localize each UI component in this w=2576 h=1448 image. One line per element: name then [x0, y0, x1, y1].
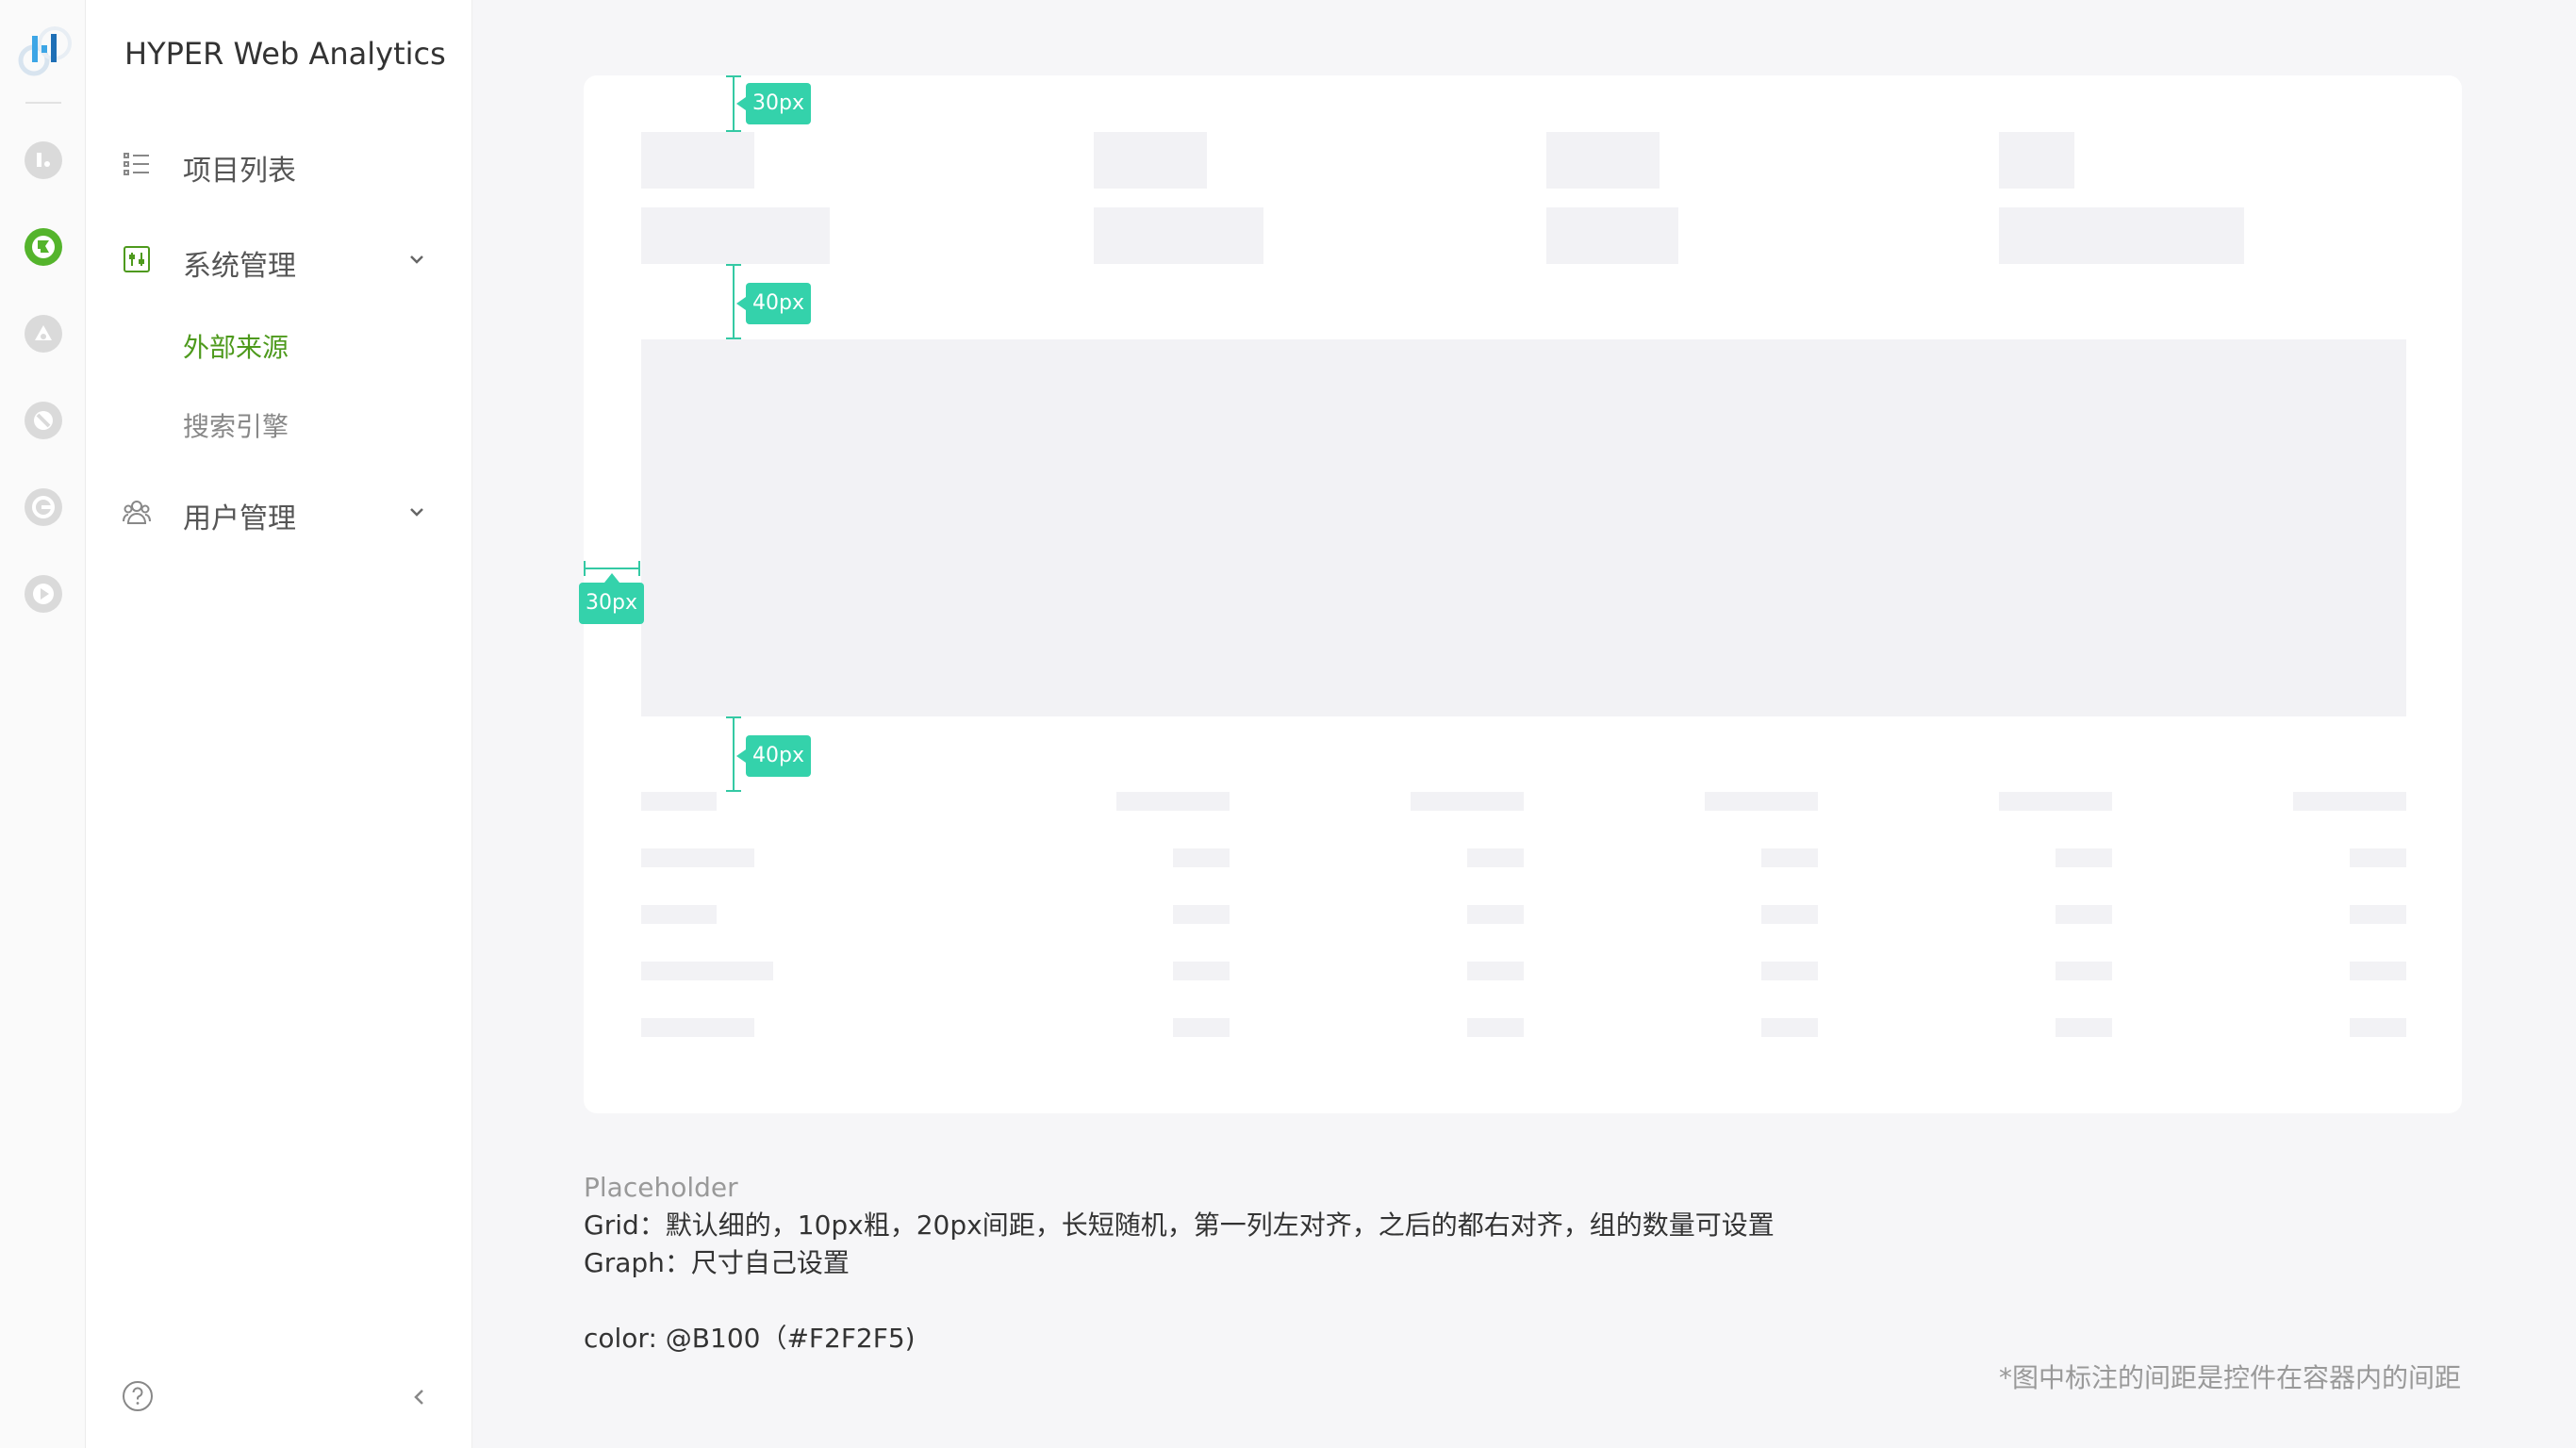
refresh-circle-icon[interactable]	[25, 488, 62, 526]
footnote: *图中标注的间距是控件在容器内的间距	[1999, 1362, 2462, 1393]
grid-cell-placeholder	[2056, 1018, 2112, 1037]
grid-header-placeholder	[1705, 792, 1818, 811]
users-icon	[122, 497, 152, 527]
spacing-label: 40px	[736, 283, 811, 324]
spacing-label: 30px	[736, 83, 811, 124]
grid-cell-placeholder	[1467, 848, 1524, 867]
flag-icon[interactable]	[25, 228, 62, 266]
grid-cell-placeholder	[1467, 905, 1524, 924]
sidebar-item-label: 用户管理	[183, 502, 296, 535]
grid-header-placeholder	[1411, 792, 1524, 811]
grid-cell-placeholder	[2350, 848, 2406, 867]
grid-cell-placeholder	[641, 905, 717, 924]
chevron-down-icon[interactable]	[404, 246, 430, 272]
placeholder-card	[584, 75, 2462, 1113]
sidebar: HYPER Web Analytics 项目列表 系统管理 外部来源 搜索引擎	[86, 0, 472, 1448]
notes-title: Placeholder	[584, 1172, 738, 1203]
grid-cell-placeholder	[2350, 1018, 2406, 1037]
grid-cell-placeholder	[2350, 905, 2406, 924]
hyper-logo-icon[interactable]	[11, 17, 77, 83]
stat-value-placeholder	[1094, 207, 1263, 264]
grid-cell-placeholder	[1761, 1018, 1818, 1037]
grid-cell-placeholder	[1761, 905, 1818, 924]
stat-label-placeholder	[641, 132, 754, 189]
grid-cell-placeholder	[2056, 962, 2112, 980]
grid-cell-placeholder	[641, 1018, 754, 1037]
rail-divider	[25, 102, 61, 104]
stat-label-placeholder	[1094, 132, 1207, 189]
spacing-label: 40px	[736, 735, 811, 777]
collapse-sidebar-icon[interactable]	[406, 1384, 433, 1410]
sidebar-item-system-management[interactable]: 系统管理	[86, 231, 471, 288]
sidebar-item-user-management[interactable]: 用户管理	[86, 484, 471, 540]
spacing-label: 30px	[579, 573, 644, 624]
grid-cell-placeholder	[1761, 962, 1818, 980]
grid-cell-placeholder	[2056, 848, 2112, 867]
grid-cell-placeholder	[1173, 905, 1230, 924]
sidebar-item-label: 系统管理	[183, 250, 296, 283]
stat-label-placeholder	[1546, 132, 1660, 189]
grid-cell-placeholder	[1173, 962, 1230, 980]
grid-cell-placeholder	[1467, 1018, 1524, 1037]
spec-notes: Placeholder Grid：默认细的，10px粗，20px间距，长短随机，…	[584, 1169, 1775, 1358]
chevron-down-icon[interactable]	[404, 499, 430, 525]
grid-cell-placeholder	[2056, 905, 2112, 924]
grid-cell-placeholder	[1467, 962, 1524, 980]
sidebar-subitem-search-engines[interactable]: 搜索引擎	[183, 406, 289, 444]
grid-header-placeholder	[2293, 792, 2406, 811]
stat-value-placeholder	[1999, 207, 2244, 264]
notes-color: color: @B100（#F2F2F5)	[584, 1323, 916, 1354]
grid-cell-placeholder	[641, 962, 773, 980]
app-rail	[0, 0, 86, 1448]
stat-value-placeholder	[1546, 207, 1678, 264]
grid-header-placeholder	[641, 792, 717, 811]
stat-value-placeholder	[641, 207, 830, 264]
grid-cell-placeholder	[1761, 848, 1818, 867]
grid-cell-placeholder	[1173, 848, 1230, 867]
grid-cell-placeholder	[2350, 962, 2406, 980]
stat-label-placeholder	[1999, 132, 2074, 189]
grid-cell-placeholder	[641, 848, 754, 867]
list-icon	[122, 149, 152, 179]
help-icon[interactable]	[122, 1380, 154, 1412]
triangle-icon[interactable]	[25, 315, 62, 353]
settings-panel-icon	[122, 244, 152, 274]
sidebar-subitem-external-sources[interactable]: 外部来源	[183, 327, 289, 365]
sidebar-item-projects[interactable]: 项目列表	[86, 136, 471, 192]
notes-grid: Grid：默认细的，10px粗，20px间距，长短随机，第一列左对齐，之后的都右…	[584, 1209, 1775, 1241]
play-circle-icon[interactable]	[25, 575, 62, 613]
analytics-icon[interactable]	[25, 141, 62, 179]
grid-header-placeholder	[1116, 792, 1230, 811]
grid-cell-placeholder	[1173, 1018, 1230, 1037]
grid-header-placeholder	[1999, 792, 2112, 811]
notes-graph: Graph：尺寸自己设置	[584, 1247, 850, 1278]
slash-circle-icon[interactable]	[25, 402, 62, 439]
app-title: HYPER Web Analytics	[124, 36, 446, 72]
sidebar-item-label: 项目列表	[183, 155, 296, 188]
graph-placeholder	[641, 339, 2406, 716]
